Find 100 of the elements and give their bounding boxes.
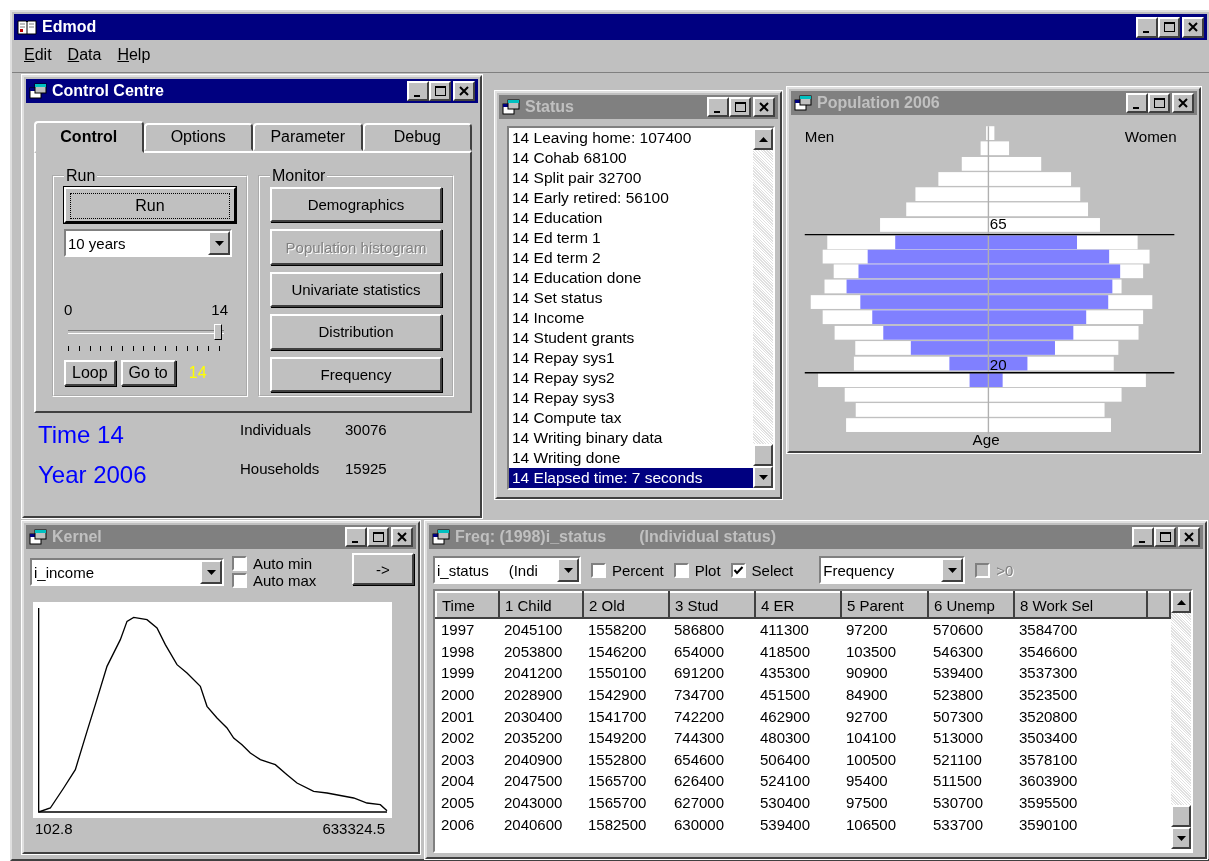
status-item[interactable]: 14 Leaving home: 107400 <box>509 128 753 148</box>
monitor-button[interactable]: Distribution <box>270 314 442 350</box>
checkbox[interactable] <box>730 562 746 578</box>
monitor-button[interactable]: Demographics <box>270 187 442 223</box>
maximize-button[interactable] <box>729 97 751 117</box>
run-button[interactable]: Run <box>64 187 236 223</box>
column-header[interactable]: 4 ER <box>755 592 841 618</box>
checkbox[interactable] <box>591 562 606 578</box>
status-item[interactable]: 14 Early retired: 56100 <box>509 188 753 208</box>
status-item[interactable]: 14 Repay sys2 <box>509 368 753 388</box>
minimize-button[interactable] <box>345 527 367 547</box>
dropdown[interactable]: Frequency <box>819 556 966 584</box>
table-cell-text: 2040600 <box>503 814 564 835</box>
maximize-button[interactable] <box>429 81 451 101</box>
loop-button[interactable]: Loop <box>64 360 116 386</box>
monitor-button[interactable]: Univariate statistics <box>270 271 442 308</box>
close-button[interactable] <box>391 527 413 547</box>
status-item[interactable]: 14 Repay sys1 <box>509 348 753 368</box>
minimize-button[interactable] <box>707 97 729 117</box>
status-item[interactable]: 14 Compute tax <box>509 408 753 428</box>
table-cell-text: 654600 <box>673 749 726 770</box>
status-item[interactable]: 14 Education done <box>509 268 753 288</box>
status-item[interactable]: 14 Split pair 32700 <box>509 168 753 188</box>
checkbox-label: Plot <box>694 561 721 579</box>
tab[interactable]: Parameter <box>253 123 363 151</box>
column-header[interactable]: 3 Stud <box>669 592 755 618</box>
minimize-icon <box>413 94 420 97</box>
tab[interactable]: Debug <box>362 123 472 151</box>
column-header[interactable]: Time <box>436 592 499 618</box>
status-item[interactable]: 14 Writing done <box>509 448 753 468</box>
women-label: Women <box>1124 128 1177 146</box>
status-item[interactable]: 14 Cohab 68100 <box>509 148 753 168</box>
status-item[interactable]: 14 Writing binary data <box>509 428 753 448</box>
status-item[interactable]: 14 Ed term 1 <box>509 228 753 248</box>
tab[interactable]: Options <box>143 123 253 151</box>
status-item[interactable]: 14 Set status <box>509 288 753 308</box>
table-cell-text: 1542900 <box>587 685 648 706</box>
close-button[interactable] <box>1182 16 1204 38</box>
table-cell-text: 742200 <box>673 706 726 727</box>
slider-min-label: 0 <box>64 301 73 318</box>
column-header[interactable]: 8 Work Sel <box>1014 592 1147 618</box>
scrollbar-thumb[interactable] <box>753 444 773 466</box>
status-item[interactable]: 14 Repay sys3 <box>509 388 753 408</box>
table-cell-text: 95400 <box>845 771 889 792</box>
checkbox-label: >0 <box>996 561 1014 579</box>
dropdown[interactable]: i_income <box>30 558 224 586</box>
scrollbar[interactable] <box>1171 591 1191 849</box>
checkbox[interactable] <box>673 562 689 578</box>
maximize-button[interactable] <box>1158 16 1180 38</box>
table-cell-text: 90900 <box>845 663 889 684</box>
close-button[interactable] <box>1172 93 1194 113</box>
status-item[interactable]: 14 Student grants <box>509 328 753 348</box>
dropdown[interactable]: 10 years <box>64 229 232 257</box>
slider-max-label: 14 <box>211 301 228 318</box>
status-item[interactable]: 14 Income <box>509 308 753 328</box>
table-cell-text: 2028900 <box>503 685 564 706</box>
status-item[interactable]: 14 Ed term 2 <box>509 248 753 268</box>
table-cell: 2045100 <box>499 618 583 641</box>
tab[interactable]: Control <box>34 121 144 153</box>
minimize-button[interactable] <box>1136 16 1158 38</box>
table-cell-text: 530700 <box>932 793 985 814</box>
table-cell-text: 3537300 <box>1018 663 1079 684</box>
menu-item[interactable]: Edit <box>24 46 52 68</box>
dropdown[interactable]: i_status (Indi <box>433 556 581 584</box>
table-cell-text: 435300 <box>759 663 812 684</box>
table-cell-text: 1549200 <box>587 728 648 749</box>
column-header[interactable]: 6 Unemp <box>928 592 1014 618</box>
caret-icon <box>206 569 216 575</box>
maximize-button[interactable] <box>1148 93 1170 113</box>
menu-item[interactable]: Data <box>67 46 102 68</box>
table-cell-text: 2006 <box>440 814 476 835</box>
status-item[interactable]: 14 Elapsed time: 7 seconds <box>509 468 753 488</box>
time-label: Time 14 <box>38 421 125 449</box>
scrollbar[interactable] <box>753 128 773 488</box>
column-header[interactable]: 5 Parent <box>841 592 928 618</box>
checkbox[interactable] <box>232 573 247 588</box>
maximize-button[interactable] <box>1154 527 1176 547</box>
minimize-button[interactable] <box>1132 527 1154 547</box>
group-label: Monitor <box>271 167 327 185</box>
maximize-icon <box>434 86 446 96</box>
table-cell-text: 630000 <box>673 814 726 835</box>
checkbox[interactable] <box>232 556 247 571</box>
column-header[interactable]: 2 Old <box>583 592 669 618</box>
arrow-button[interactable]: -> <box>352 553 414 585</box>
maximize-button[interactable] <box>367 527 389 547</box>
table-cell-text: 691200 <box>673 663 726 684</box>
table-cell-text: 627000 <box>673 793 726 814</box>
go-to-button[interactable]: Go to <box>120 360 176 386</box>
minimize-button[interactable] <box>407 81 429 101</box>
close-button[interactable] <box>453 81 475 101</box>
scrollbar-thumb[interactable] <box>1171 805 1191 827</box>
monitor-button[interactable]: Frequency <box>270 356 442 393</box>
maximize-icon <box>1163 22 1175 32</box>
close-button[interactable] <box>1178 527 1200 547</box>
close-button[interactable] <box>753 97 775 117</box>
column-header[interactable]: 1 Child <box>499 592 583 618</box>
status-item[interactable]: 14 Education <box>509 208 753 228</box>
minimize-button[interactable] <box>1126 93 1148 113</box>
menu-item[interactable]: Help <box>117 46 151 68</box>
table-cell: 586800 <box>669 618 755 641</box>
